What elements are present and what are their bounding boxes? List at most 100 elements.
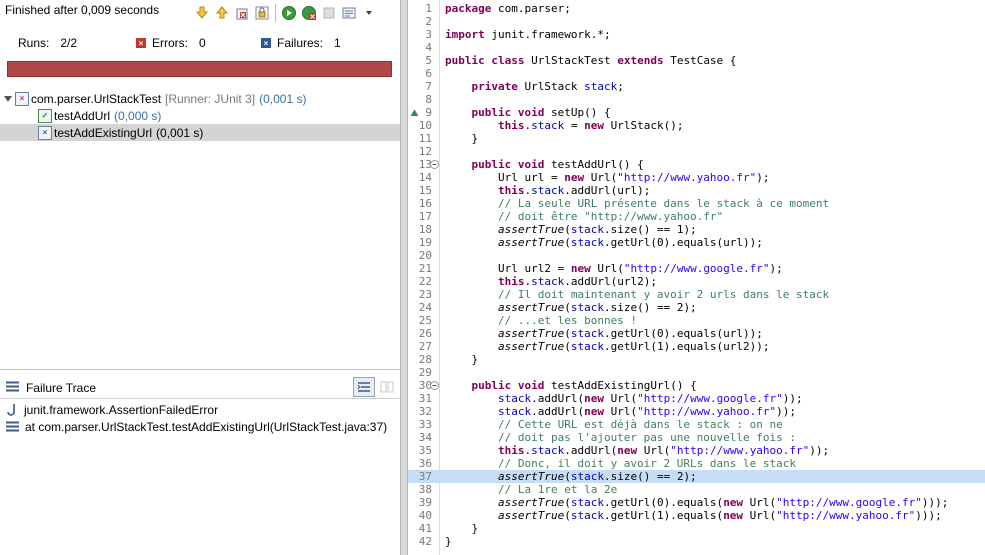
code-token: setUp() { — [544, 106, 611, 119]
code-line[interactable]: 19 assertTrue(stack.getUrl(0).equals(url… — [408, 236, 985, 249]
code-line[interactable]: 40 assertTrue(stack.getUrl(1).equals(new… — [408, 509, 985, 522]
code-text: } — [445, 522, 478, 535]
code-line[interactable]: 42} — [408, 535, 985, 548]
line-number: 26 — [418, 327, 432, 340]
code-token: stack — [570, 223, 604, 236]
code-text: assertTrue(stack.getUrl(0).equals(url)); — [445, 327, 763, 340]
code-token: stack — [531, 275, 565, 288]
code-line[interactable]: 22 this.stack.addUrl(url2); — [408, 275, 985, 288]
failure-trace-title: Failure Trace — [26, 381, 97, 395]
expand-triangle-icon[interactable] — [4, 95, 12, 103]
compare-result-button[interactable] — [378, 378, 396, 396]
code-line[interactable]: 34 // doit pas l'ajouter pas une nouvell… — [408, 431, 985, 444]
code-line[interactable]: 8 — [408, 93, 985, 106]
code-line[interactable]: 30 public void testAddExistingUrl() { — [408, 379, 985, 392]
code-token: junit.framework.*; — [484, 28, 611, 41]
code-line[interactable]: 28 } — [408, 353, 985, 366]
code-line[interactable]: 4 — [408, 41, 985, 54]
code-text: public class UrlStackTest extends TestCa… — [445, 54, 736, 67]
code-line[interactable]: 32 stack.addUrl(new Url("http://www.yaho… — [408, 405, 985, 418]
code-token: new — [584, 405, 604, 418]
code-line[interactable]: 10 this.stack = new UrlStack(); — [408, 119, 985, 132]
fold-toggle-icon[interactable] — [430, 381, 439, 390]
code-token: .size() == 2); — [603, 470, 697, 483]
code-line[interactable]: 12 — [408, 145, 985, 158]
tree-test-row-failed[interactable]: × testAddExistingUrl (0,001 s) — [0, 124, 400, 141]
code-line[interactable]: 29 — [408, 366, 985, 379]
line-number: 42 — [418, 535, 432, 548]
code-line[interactable]: 17 // doit être "http://www.yahoo.fr" — [408, 210, 985, 223]
code-token: testAddExistingUrl() { — [544, 379, 697, 392]
code-text: stack.addUrl(new Url("http://www.google.… — [445, 392, 803, 405]
line-number: 15 — [418, 184, 432, 197]
code-line[interactable]: 1 package com.parser; — [408, 2, 985, 15]
filter-stack-trace-button[interactable] — [353, 377, 375, 397]
code-token: .getUrl(0).equals(url)); — [603, 236, 763, 249]
test-suite-failed-icon: × — [15, 91, 29, 106]
code-line[interactable]: 26 assertTrue(stack.getUrl(0).equals(url… — [408, 327, 985, 340]
view-menu-chevron-down-icon[interactable] — [360, 4, 378, 22]
code-line[interactable]: 23 // Il doit maintenant y avoir 2 urls … — [408, 288, 985, 301]
previous-failure-icon[interactable] — [213, 4, 231, 22]
code-token: assertTrue — [497, 509, 565, 522]
rerun-failed-first-icon[interactable] — [300, 4, 318, 22]
code-token: ( — [564, 509, 571, 522]
code-line[interactable]: 38 // La 1re et la 2e — [408, 483, 985, 496]
trace-exception-row[interactable]: junit.framework.AssertionFailedError — [0, 401, 400, 418]
code-line[interactable]: 9 public void setUp() { — [408, 106, 985, 119]
code-line[interactable]: 41 } — [408, 522, 985, 535]
code-line[interactable]: 6 — [408, 67, 985, 80]
code-line[interactable]: 18 assertTrue(stack.size() == 1); — [408, 223, 985, 236]
code-text: this.stack = new UrlStack(); — [445, 119, 683, 132]
code-text: stack.addUrl(new Url("http://www.yahoo.f… — [445, 405, 796, 418]
code-token: ); — [756, 171, 770, 184]
rerun-test-icon[interactable] — [280, 4, 298, 22]
code-line[interactable]: 20 — [408, 249, 985, 262]
override-marker-icon[interactable] — [410, 108, 419, 117]
code-line[interactable]: 3 import junit.framework.*; — [408, 28, 985, 41]
code-line[interactable]: 16 // La seule URL présente dans le stac… — [408, 197, 985, 210]
code-line[interactable]: 31 stack.addUrl(new Url("http://www.goog… — [408, 392, 985, 405]
line-number: 3 — [425, 28, 432, 41]
code-line[interactable]: 11 } — [408, 132, 985, 145]
code-line[interactable]: 37 assertTrue(stack.size() == 2); — [408, 470, 985, 483]
junit-view: Finished after 0,009 seconds Runs: 2/2 ×… — [0, 0, 400, 555]
code-line[interactable]: 35 this.stack.addUrl(new Url("http://www… — [408, 444, 985, 457]
code-line[interactable]: 14 Url url = new Url("http://www.yahoo.f… — [408, 171, 985, 184]
code-line[interactable]: 25 // ...et les bonnes ! — [408, 314, 985, 327]
code-line[interactable]: 5 public class UrlStackTest extends TestC… — [408, 54, 985, 67]
code-line[interactable]: 7 private UrlStack stack; — [408, 80, 985, 93]
trace-frame-row[interactable]: at com.parser.UrlStackTest.testAddExisti… — [0, 418, 400, 435]
java-editor[interactable]: 1 package com.parser; 2 3 import junit.frame… — [408, 0, 985, 555]
code-line[interactable]: 33 // Cette URL est déjà dans le stack :… — [408, 418, 985, 431]
code-token: // Donc, il doit y avoir 2 URLs dans le … — [445, 457, 796, 470]
code-line[interactable]: 24 assertTrue(stack.size() == 2); — [408, 301, 985, 314]
test-name: testAddUrl — [54, 108, 111, 123]
code-token: new — [584, 119, 604, 132]
code-line[interactable]: 27 assertTrue(stack.getUrl(1).equals(url… — [408, 340, 985, 353]
code-line[interactable]: 2 — [408, 15, 985, 28]
test-run-history-icon[interactable] — [340, 4, 358, 22]
tree-suite-row[interactable]: × com.parser.UrlStackTest [Runner: JUnit… — [0, 90, 400, 107]
panel-sash[interactable] — [0, 369, 400, 370]
fold-toggle-icon[interactable] — [430, 160, 439, 169]
code-token: stack — [570, 327, 604, 340]
code-line[interactable]: 39 assertTrue(stack.getUrl(0).equals(new… — [408, 496, 985, 509]
scroll-lock-icon[interactable] — [253, 4, 271, 22]
show-failures-only-icon[interactable] — [233, 4, 251, 22]
tree-test-row-passed[interactable]: ✓ testAddUrl (0,000 s) — [0, 107, 400, 124]
next-failure-icon[interactable] — [193, 4, 211, 22]
line-number: 17 — [418, 210, 432, 223]
code-text: // Il doit maintenant y avoir 2 urls dan… — [445, 288, 829, 301]
code-line[interactable]: 15 this.stack.addUrl(url); — [408, 184, 985, 197]
stop-run-icon[interactable] — [320, 4, 338, 22]
view-divider[interactable] — [400, 0, 408, 555]
code-line[interactable]: 36 // Donc, il doit y avoir 2 URLs dans … — [408, 457, 985, 470]
code-line[interactable]: 13 public void testAddUrl() { — [408, 158, 985, 171]
code-token: .getUrl(1).equals( — [603, 509, 724, 522]
code-line[interactable]: 21 Url url2 = new Url("http://www.google… — [408, 262, 985, 275]
code-token: "http://www.google.fr" — [637, 392, 783, 405]
